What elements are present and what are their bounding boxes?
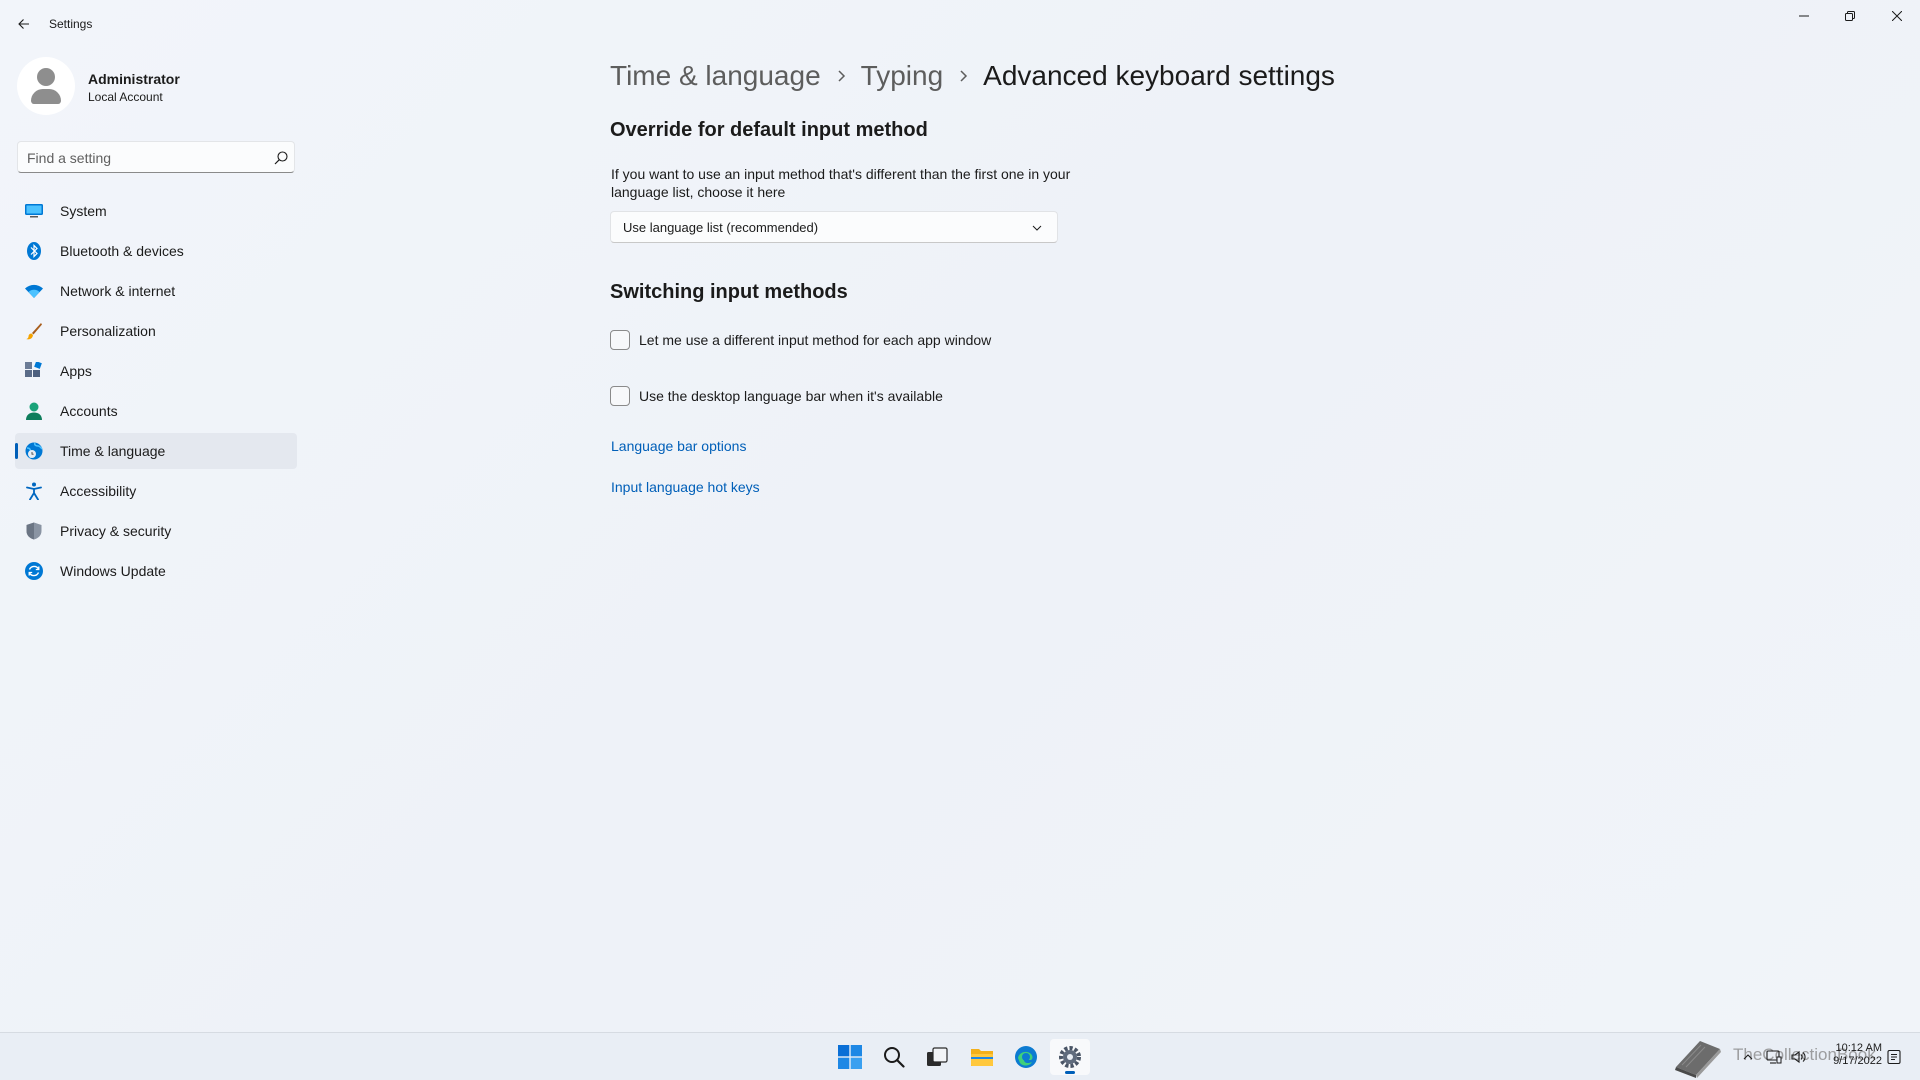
sidebar-item-label: Time & language — [60, 443, 166, 459]
sidebar-item-bluetooth[interactable]: Bluetooth & devices — [15, 233, 297, 269]
sidebar-item-label: Bluetooth & devices — [60, 243, 184, 259]
clock-date: 9/17/2022 — [1833, 1055, 1882, 1067]
book-logo-icon — [1675, 1041, 1721, 1078]
minimize-icon — [1799, 15, 1809, 17]
sidebar-item-accessibility[interactable]: Accessibility — [15, 473, 297, 509]
language-bar-options-link[interactable]: Language bar options — [611, 438, 746, 454]
globe-clock-icon — [25, 442, 43, 460]
switching-heading: Switching input methods — [610, 281, 848, 303]
active-app-indicator — [1065, 1071, 1075, 1074]
minimize-button[interactable] — [1781, 0, 1827, 32]
sidebar-nav: System Bluetooth & devices Network & int… — [15, 193, 297, 593]
brush-icon — [25, 322, 43, 340]
language-bar-label[interactable]: Use the desktop language bar when it's a… — [639, 388, 943, 404]
page-title: Advanced keyboard settings — [983, 60, 1335, 91]
apps-icon — [25, 362, 43, 380]
system-icon — [25, 202, 43, 220]
clock-time: 10:12 AM — [1835, 1042, 1882, 1054]
sidebar-item-label: Accounts — [60, 403, 118, 419]
task-view-button[interactable] — [917, 1039, 957, 1075]
input-language-hot-keys-link[interactable]: Input language hot keys — [611, 479, 760, 495]
dropdown-selected-value: Use language list (recommended) — [623, 220, 819, 235]
back-button[interactable] — [10, 10, 38, 38]
sidebar-item-label: Windows Update — [60, 563, 166, 579]
back-arrow-icon — [18, 19, 29, 29]
sidebar-item-time-language[interactable]: Time & language — [15, 433, 297, 469]
taskbar: TheCollectionBook 10:12 AM 9/17/2022 — [0, 1032, 1920, 1080]
sidebar-item-windows-update[interactable]: Windows Update — [15, 553, 297, 589]
app-title: Settings — [49, 17, 93, 31]
avatar — [17, 57, 75, 115]
profile-name: Administrator — [88, 71, 180, 87]
start-icon — [838, 1045, 862, 1069]
task-view-icon — [927, 1047, 948, 1066]
breadcrumb-item-time-language[interactable]: Time & language — [610, 60, 821, 92]
profile-account-type: Local Account — [88, 90, 163, 104]
sidebar-item-label: System — [60, 203, 107, 219]
restore-icon — [1845, 11, 1855, 21]
breadcrumb-item-typing[interactable]: Typing — [861, 60, 944, 92]
per-app-input-checkbox[interactable] — [610, 330, 630, 350]
chevron-right-icon — [943, 56, 983, 96]
search-icon[interactable] — [273, 150, 289, 166]
file-explorer-icon — [971, 1049, 993, 1066]
sidebar-item-personalization[interactable]: Personalization — [15, 313, 297, 349]
settings-window: Settings Administrator Local Account Fin… — [0, 0, 1920, 1032]
close-button[interactable] — [1874, 0, 1920, 32]
bluetooth-icon — [25, 242, 43, 260]
chevron-right-icon — [821, 56, 861, 96]
sidebar-item-apps[interactable]: Apps — [15, 353, 297, 389]
sidebar-item-label: Privacy & security — [60, 523, 172, 539]
network-icon[interactable] — [1766, 1049, 1782, 1065]
sidebar-item-network[interactable]: Network & internet — [15, 273, 297, 309]
override-description: If you want to use an input method that'… — [611, 166, 1071, 200]
search-input[interactable] — [27, 148, 257, 168]
input-method-dropdown[interactable]: Use language list (recommended) — [610, 211, 1058, 243]
breadcrumb: Time & language Typing Advanced keyboard… — [610, 56, 1335, 96]
accounts-icon — [25, 402, 43, 420]
search-icon — [884, 1047, 905, 1068]
edge-button[interactable] — [1006, 1039, 1046, 1075]
notification-icon[interactable] — [1886, 1049, 1902, 1065]
per-app-input-label[interactable]: Let me use a different input method for … — [639, 332, 991, 348]
sidebar-item-label: Network & internet — [60, 283, 176, 299]
language-bar-checkbox[interactable] — [610, 386, 630, 406]
sidebar-item-system[interactable]: System — [15, 193, 297, 229]
per-app-input-option[interactable]: Let me use a different input method for … — [610, 330, 991, 350]
file-explorer-button[interactable] — [962, 1039, 1002, 1075]
start-button[interactable] — [830, 1039, 870, 1075]
restore-button[interactable] — [1827, 0, 1873, 32]
search-box[interactable] — [17, 141, 295, 173]
override-heading: Override for default input method — [610, 119, 928, 141]
title-bar: Settings — [0, 0, 1920, 48]
taskbar-search-button[interactable] — [874, 1039, 914, 1075]
sidebar-item-label: Accessibility — [60, 483, 137, 499]
accessibility-icon — [25, 482, 43, 500]
update-icon — [25, 562, 43, 580]
edge-icon — [1015, 1046, 1037, 1068]
wifi-icon — [25, 282, 43, 300]
volume-icon[interactable] — [1790, 1049, 1806, 1065]
settings-icon — [1059, 1046, 1081, 1068]
chevron-down-icon — [1032, 225, 1042, 231]
sidebar-item-privacy[interactable]: Privacy & security — [15, 513, 297, 549]
close-icon — [1892, 11, 1902, 21]
shield-icon — [25, 522, 43, 540]
sidebar-item-accounts[interactable]: Accounts — [15, 393, 297, 429]
user-profile[interactable]: Administrator Local Account — [17, 57, 297, 117]
sidebar-item-label: Apps — [60, 363, 92, 379]
clock[interactable]: 10:12 AM 9/17/2022 — [1818, 1042, 1882, 1068]
sidebar-item-label: Personalization — [60, 323, 156, 339]
language-bar-option[interactable]: Use the desktop language bar when it's a… — [610, 386, 943, 406]
settings-taskbar-button[interactable] — [1050, 1039, 1090, 1075]
chevron-up-icon[interactable] — [1740, 1049, 1756, 1065]
